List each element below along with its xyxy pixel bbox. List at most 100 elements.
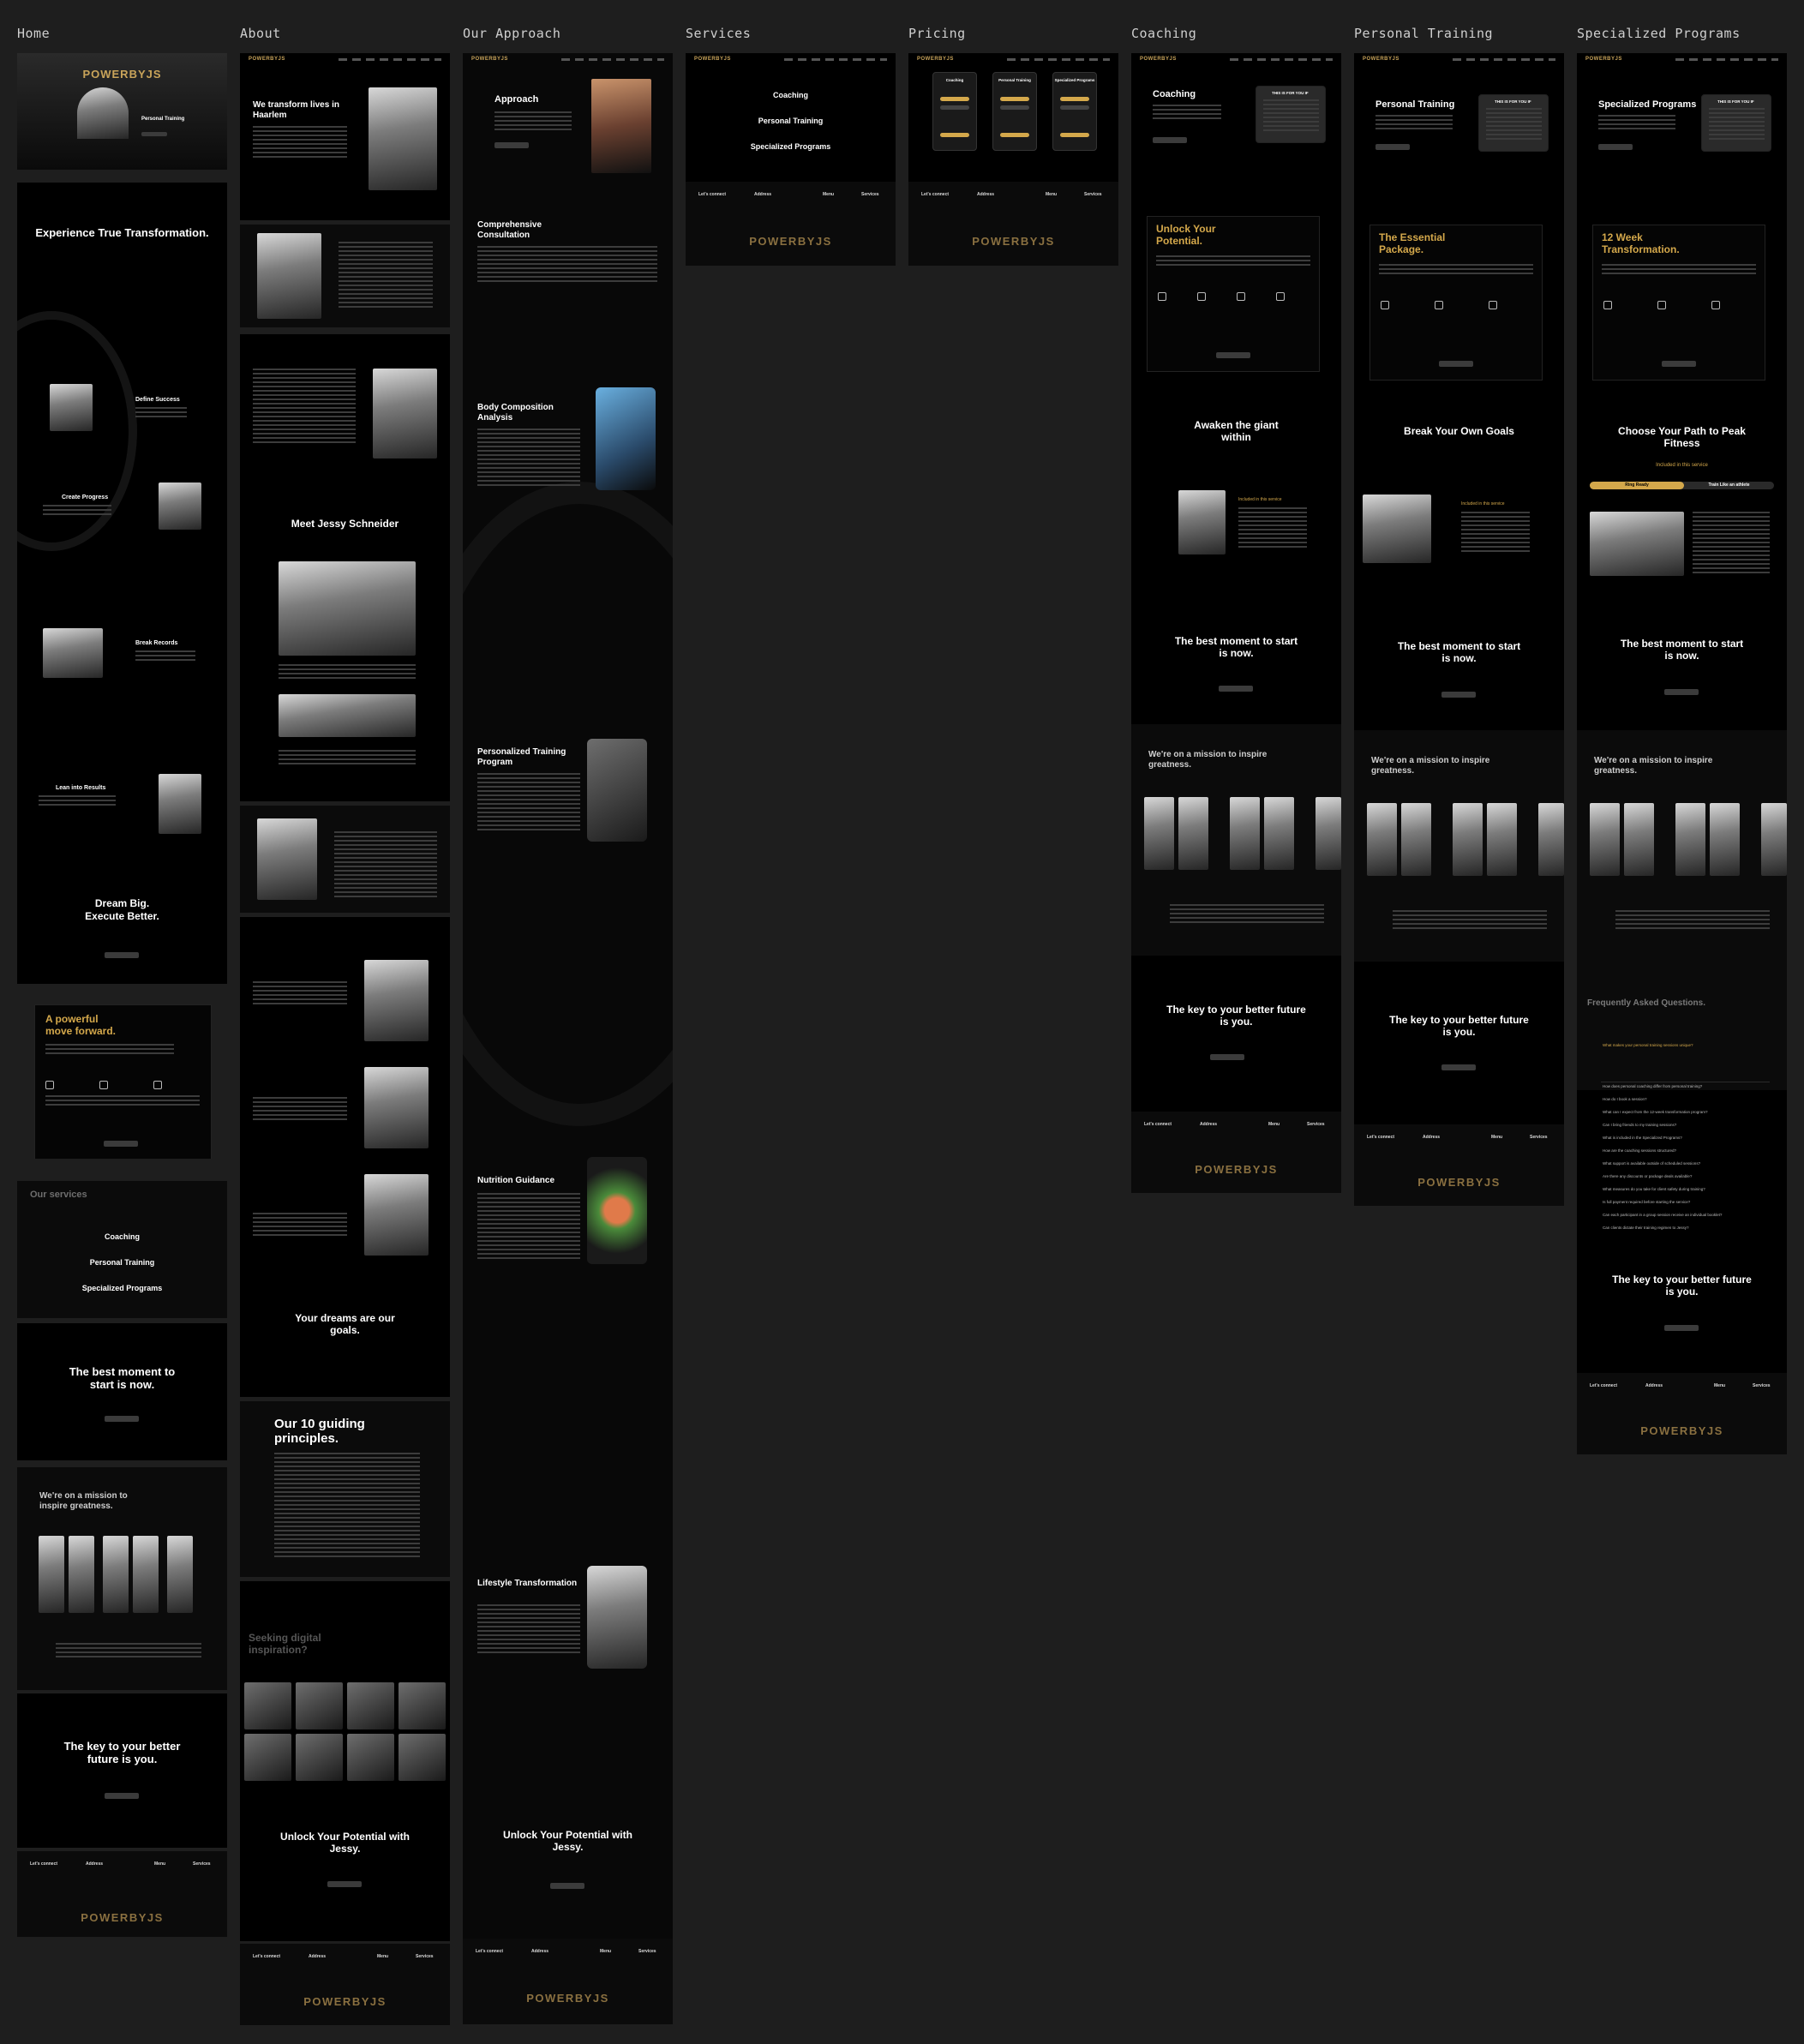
story-text: [334, 831, 437, 900]
instagram-post[interactable]: [347, 1734, 394, 1781]
nav-links[interactable]: [1230, 58, 1333, 61]
price-card-specialized[interactable]: Specialized Programs: [1052, 72, 1097, 151]
book-meeting-button[interactable]: [105, 1416, 139, 1422]
book-free-meeting-button[interactable]: [105, 952, 139, 958]
buy-button[interactable]: [940, 133, 969, 137]
nav-logo[interactable]: POWERBYJS: [694, 57, 731, 62]
faq-question[interactable]: Is full payment required before starting…: [1603, 1200, 1690, 1204]
book-meeting-button[interactable]: [550, 1883, 584, 1889]
faq-question[interactable]: How do I book a session?: [1603, 1097, 1647, 1101]
price-option[interactable]: [1060, 97, 1089, 101]
jessy-intro-text: [253, 369, 356, 446]
instagram-post[interactable]: [296, 1682, 343, 1729]
step-text: [43, 505, 111, 515]
learn-more-button[interactable]: [1216, 352, 1250, 358]
footer-logo: POWERBYJS: [1195, 1163, 1278, 1176]
approach-intro: [494, 111, 572, 133]
nav-logo[interactable]: POWERBYJS: [471, 57, 508, 62]
services-coaching-link[interactable]: Coaching: [686, 91, 896, 99]
instagram-post[interactable]: [244, 1682, 291, 1729]
tab-ring-ready[interactable]: Ring Ready: [1590, 482, 1684, 489]
program-photo: [1590, 512, 1684, 576]
nav-logo[interactable]: POWERBYJS: [1363, 57, 1399, 62]
dreams-photo-3: [364, 1174, 429, 1256]
footer-connect: Let's connect: [1367, 1135, 1395, 1140]
instagram-post[interactable]: [399, 1734, 446, 1781]
tab-train-athlete[interactable]: Train Like an athlete: [1684, 482, 1774, 489]
price-option[interactable]: [940, 105, 969, 110]
learn-more-button[interactable]: [104, 1141, 138, 1147]
transformation-photo: [1487, 803, 1517, 876]
transformation-photo: [1761, 803, 1787, 876]
nav-links[interactable]: [561, 58, 664, 61]
testimonial-text: [1170, 904, 1324, 926]
price-option[interactable]: [940, 97, 969, 101]
nav-links[interactable]: [784, 58, 887, 61]
footer-connect: Let's connect: [698, 192, 727, 197]
nav-logo[interactable]: POWERBYJS: [249, 57, 285, 62]
dumbbell-icon: [1435, 301, 1443, 309]
learn-more-button[interactable]: [1439, 361, 1473, 367]
faq-question[interactable]: What measures do you take for client saf…: [1603, 1187, 1705, 1191]
instagram-post[interactable]: [399, 1682, 446, 1729]
faq-question[interactable]: Can clients dictate their training regim…: [1603, 1226, 1689, 1230]
learn-more-button[interactable]: [1662, 361, 1696, 367]
price-card-coaching[interactable]: Coaching: [932, 72, 977, 151]
book-meeting-button[interactable]: [1441, 692, 1476, 698]
services-personal-link[interactable]: Personal Training: [686, 117, 896, 125]
hero-cta-button[interactable]: [141, 132, 167, 136]
price-card-personal-training[interactable]: Personal Training: [992, 72, 1037, 151]
specialized-cta[interactable]: [1598, 144, 1633, 150]
included-label: Included in this service: [1461, 501, 1505, 507]
nav-links[interactable]: [1675, 58, 1778, 61]
nav-links[interactable]: [339, 58, 441, 61]
faq-question[interactable]: Can I bring friends to my training sessi…: [1603, 1123, 1676, 1127]
faq-question[interactable]: How does personal coaching differ from p…: [1603, 1084, 1702, 1088]
service-link-coaching[interactable]: Coaching: [17, 1232, 227, 1241]
buy-button[interactable]: [1060, 133, 1089, 137]
personal-cta[interactable]: [1375, 144, 1410, 150]
step-text: [39, 795, 116, 806]
approach-cta[interactable]: [494, 142, 529, 148]
book-meeting-button[interactable]: [1664, 689, 1699, 695]
buy-button[interactable]: [1000, 133, 1029, 137]
book-meeting-button[interactable]: [1210, 1054, 1244, 1060]
faq-question[interactable]: What support is available outside of sch…: [1603, 1161, 1700, 1166]
book-meeting-button[interactable]: [1219, 686, 1253, 692]
included-list: [1461, 512, 1530, 554]
instagram-post[interactable]: [296, 1734, 343, 1781]
nav-links[interactable]: [1007, 58, 1110, 61]
nav-logo[interactable]: POWERBYJS: [1585, 57, 1622, 62]
nav-links[interactable]: [1453, 58, 1555, 61]
price-option[interactable]: [1000, 97, 1029, 101]
powerful-section: A powerful move forward.: [17, 1004, 227, 1159]
mission-heading: We're on a mission to inspire greatness.: [1148, 750, 1268, 770]
nav-logo[interactable]: POWERBYJS: [1140, 57, 1177, 62]
mission-heading: We're on a mission to inspire greatness.: [1594, 756, 1713, 776]
book-meeting-button[interactable]: [105, 1793, 139, 1799]
mission-section: We're on a mission to inspire greatness.: [17, 1467, 227, 1690]
book-meeting-button[interactable]: [1441, 1064, 1476, 1070]
faq-question[interactable]: Are there any discounts or package deals…: [1603, 1174, 1692, 1178]
book-meeting-button[interactable]: [327, 1881, 362, 1887]
about-hero-photo: [369, 87, 437, 190]
faq-question[interactable]: How are the coaching sessions structured…: [1603, 1148, 1676, 1153]
book-meeting-button[interactable]: [1664, 1325, 1699, 1331]
faq-question[interactable]: What can I expect from the 12-week trans…: [1603, 1110, 1708, 1114]
faq-question[interactable]: Can each participant in a group session …: [1603, 1213, 1722, 1217]
price-option[interactable]: [1000, 105, 1029, 110]
coaching-cta[interactable]: [1153, 137, 1187, 143]
faq-question[interactable]: What is included in the Specialized Prog…: [1603, 1136, 1682, 1140]
price-option[interactable]: [1060, 105, 1089, 110]
service-link-personal-training[interactable]: Personal Training: [17, 1258, 227, 1267]
service-link-specialized[interactable]: Specialized Programs: [17, 1284, 227, 1292]
footer-logo: POWERBYJS: [81, 1911, 164, 1924]
instagram-post[interactable]: [347, 1682, 394, 1729]
instagram-post[interactable]: [244, 1734, 291, 1781]
faq-question[interactable]: What makes your personal training sessio…: [1603, 1043, 1693, 1047]
about-footer: Let's connect Address Menu Services POWE…: [240, 1944, 450, 2025]
services-specialized-link[interactable]: Specialized Programs: [686, 142, 896, 151]
nav-logo[interactable]: POWERBYJS: [917, 57, 954, 62]
best-moment-heading: The best moment to start is now.: [1397, 640, 1521, 664]
included-list: [1238, 507, 1307, 550]
